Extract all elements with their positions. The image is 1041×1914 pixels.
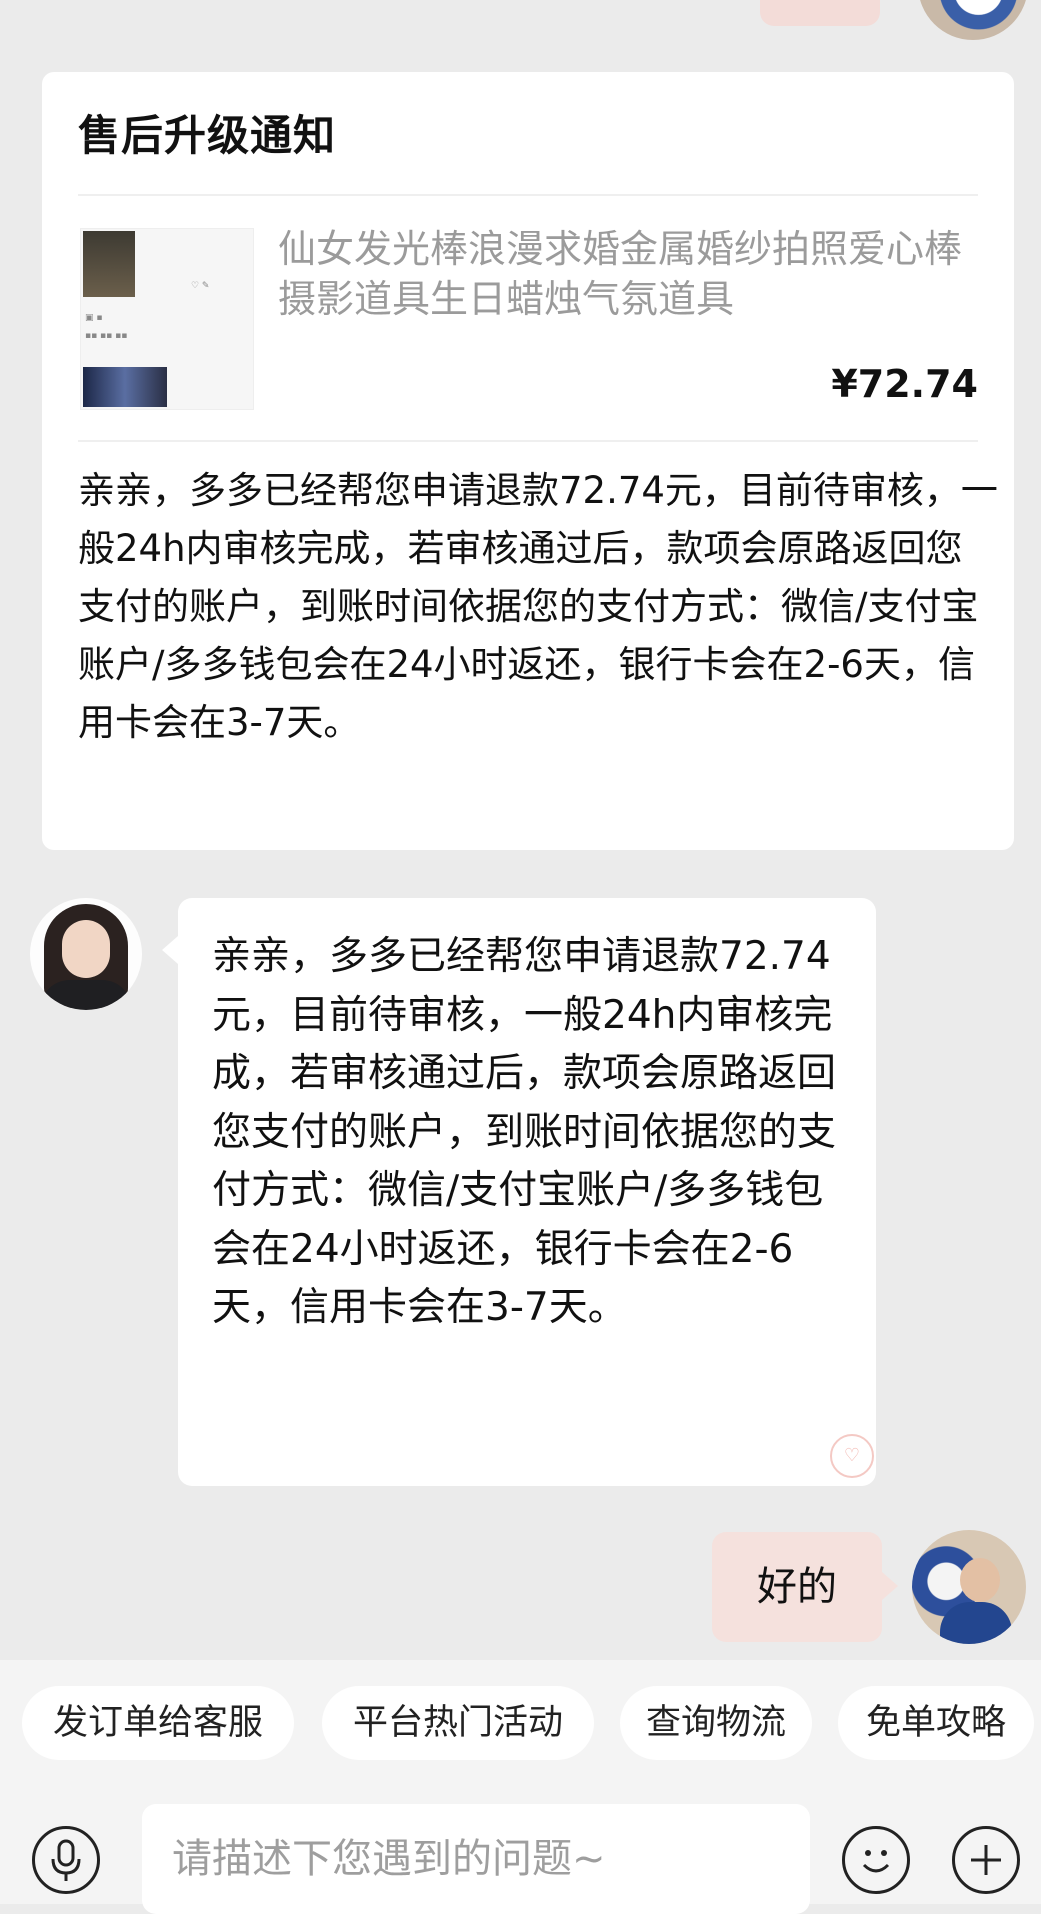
after-sale-card[interactable]: 售后升级通知 ♡ ✎ ▣ ▪ ▪▪ ▪▪ ▪▪ 仙女发光棒浪漫求婚金属婚纱拍照爱… [42, 72, 1014, 850]
message-input[interactable]: 请描述下您遇到的问题~ [142, 1804, 810, 1914]
thumbnail-photo-bottom [83, 367, 167, 407]
card-title: 售后升级通知 [78, 111, 337, 160]
quick-action-send-order[interactable]: 发订单给客服 [22, 1686, 294, 1760]
product-name[interactable]: 仙女发光棒浪漫求婚金属婚纱拍照爱心棒摄影道具生日蜡烛气氛道具 [278, 224, 978, 324]
avatar-face [62, 920, 110, 978]
user-message-bubble[interactable]: 好的 [712, 1532, 898, 1642]
plus-icon[interactable] [952, 1826, 1020, 1894]
product-price: ¥72.74 [831, 362, 978, 406]
user-message-text: 好的 [757, 1564, 837, 1610]
thumbnail-detail: ▪▪ ▪▪ ▪▪ [85, 331, 128, 341]
emoji-icon[interactable] [842, 1826, 910, 1894]
agent-avatar[interactable] [30, 898, 142, 1010]
avatar-body [940, 1602, 1012, 1644]
avatar-face [960, 1558, 1000, 1602]
quick-action-track-logistics[interactable]: 查询物流 [620, 1686, 812, 1760]
card-divider-bottom [78, 440, 978, 442]
product-thumbnail[interactable]: ♡ ✎ ▣ ▪ ▪▪ ▪▪ ▪▪ [80, 228, 254, 410]
card-message: 亲亲，多多已经帮您申请退款72.74元，目前待审核，一般24h内审核完成，若审核… [78, 469, 998, 744]
thumbnail-detail: ♡ ✎ [191, 281, 210, 291]
user-avatar-top[interactable] [918, 0, 1028, 40]
avatar-body [40, 980, 132, 1010]
quick-action-free-order-guide[interactable]: 免单攻略 [838, 1686, 1034, 1760]
agent-message-bubble[interactable]: 亲亲，多多已经帮您申请退款72.74元，目前待审核，一般24h内审核完成，若审核… [162, 898, 876, 1486]
user-avatar[interactable] [912, 1530, 1026, 1644]
card-divider-top [78, 194, 978, 196]
agent-message-text: 亲亲，多多已经帮您申请退款72.74元，目前待审核，一般24h内审核完成，若审核… [212, 934, 837, 1330]
quick-action-hot-events[interactable]: 平台热门活动 [322, 1686, 594, 1760]
read-stamp-icon: ♡ [830, 1434, 874, 1478]
microphone-icon[interactable] [32, 1826, 100, 1894]
thumbnail-detail: ▣ ▪ [85, 313, 103, 323]
message-input-placeholder: 请描述下您遇到的问题~ [172, 1836, 606, 1882]
previous-user-bubble [760, 0, 880, 26]
thumbnail-photo-top [83, 231, 135, 297]
